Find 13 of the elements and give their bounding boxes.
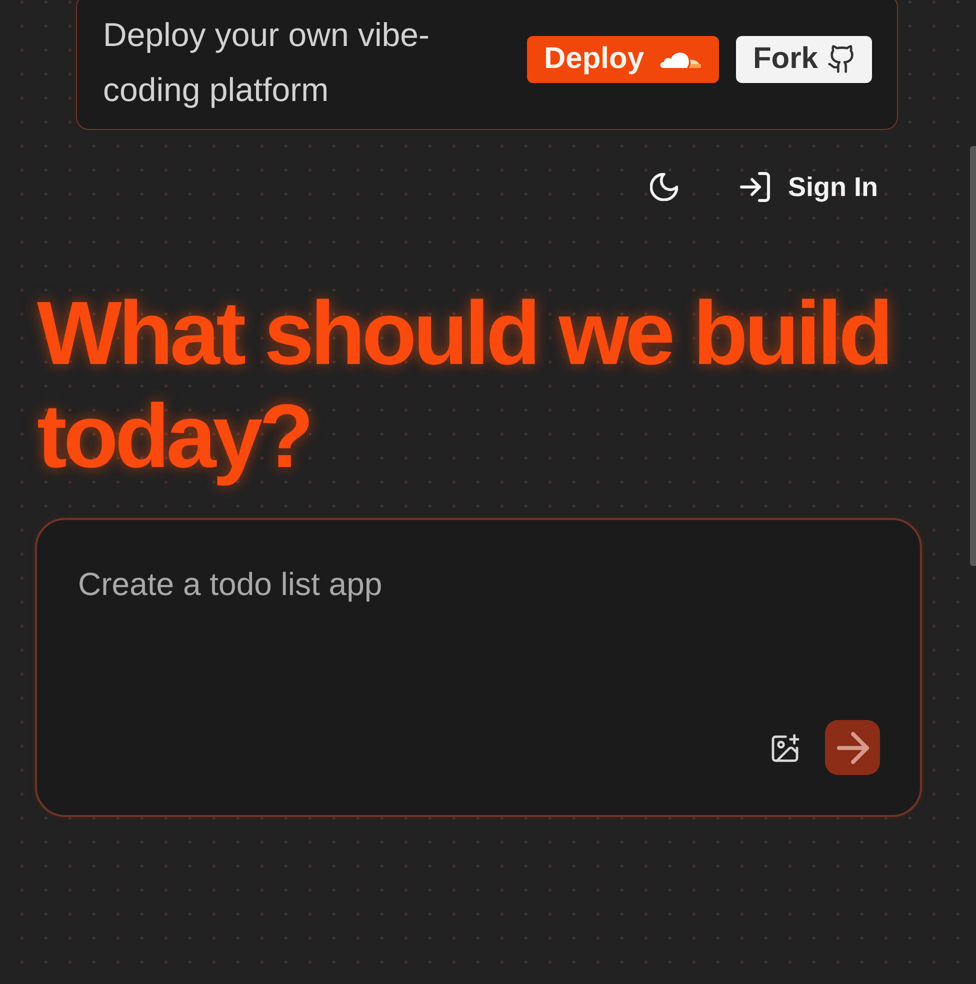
sign-in-icon [740,172,770,202]
prompt-input[interactable]: Create a todo list app [78,564,880,720]
scrollbar-thumb[interactable] [970,146,976,566]
moon-icon [650,173,678,201]
sign-in-button[interactable]: Sign In [740,172,878,202]
cat-icon [828,45,856,73]
add-image-button[interactable] [771,734,799,762]
fork-button[interactable]: Fork [736,36,872,82]
hero-heading: What should we build today? [37,283,891,489]
theme-toggle-button[interactable] [650,173,678,201]
image-plus-icon [771,734,799,762]
banner-text: Deploy your own vibe-coding platform [103,15,430,110]
prompt-field[interactable]: Create a todo list app [35,518,922,817]
